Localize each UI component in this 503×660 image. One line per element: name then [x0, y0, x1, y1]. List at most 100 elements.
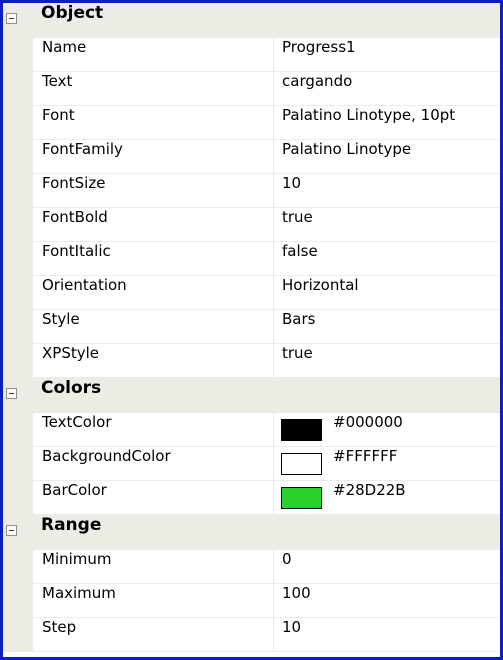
row-gutter: [3, 276, 33, 310]
property-value-cell[interactable]: true: [274, 344, 500, 378]
color-swatch: [281, 487, 322, 509]
property-value-cell[interactable]: 100: [274, 584, 500, 618]
row-gutter: [3, 344, 33, 378]
collapse-toggle-icon[interactable]: [6, 13, 17, 24]
category-title: Colors: [41, 378, 102, 398]
property-row-font[interactable]: Font Palatino Linotype, 10pt: [3, 106, 500, 140]
color-swatch: [281, 453, 322, 475]
property-name: BarColor: [42, 481, 107, 499]
collapse-toggle-icon[interactable]: [6, 525, 17, 536]
property-row-orientation[interactable]: Orientation Horizontal: [3, 276, 500, 310]
property-name-cell[interactable]: Name: [33, 38, 274, 72]
category-title: Object: [41, 3, 104, 23]
row-gutter: [3, 550, 33, 584]
property-value: 0: [282, 550, 292, 568]
property-value-cell[interactable]: true: [274, 208, 500, 242]
property-name-cell[interactable]: Minimum: [33, 550, 274, 584]
property-value-cell[interactable]: Palatino Linotype, 10pt: [274, 106, 500, 140]
property-value-cell[interactable]: #000000: [274, 413, 500, 447]
property-name-cell[interactable]: FontBold: [33, 208, 274, 242]
property-name: BackgroundColor: [42, 447, 171, 465]
property-name-cell[interactable]: BarColor: [33, 481, 274, 515]
collapse-toggle-icon[interactable]: [6, 388, 17, 399]
property-name-cell[interactable]: Style: [33, 310, 274, 344]
category-colors[interactable]: Colors: [3, 378, 500, 413]
property-name: Minimum: [42, 550, 112, 568]
property-row-text[interactable]: Text cargando: [3, 72, 500, 106]
property-value: true: [282, 344, 313, 362]
category-title: Range: [41, 515, 102, 535]
property-row-fontitalic[interactable]: FontItalic false: [3, 242, 500, 276]
property-value-cell[interactable]: 10: [274, 618, 500, 652]
property-value: 100: [282, 584, 311, 602]
property-row-name[interactable]: Name Progress1: [3, 38, 500, 72]
property-name-cell[interactable]: Step: [33, 618, 274, 652]
property-name-cell[interactable]: Orientation: [33, 276, 274, 310]
property-value-cell[interactable]: Palatino Linotype: [274, 140, 500, 174]
property-value-cell[interactable]: #FFFFFF: [274, 447, 500, 481]
property-name: XPStyle: [42, 344, 99, 362]
property-name: Step: [42, 618, 77, 636]
property-value: false: [282, 242, 318, 260]
row-gutter: [3, 413, 33, 447]
property-name: TextColor: [42, 413, 112, 431]
property-row-fontfamily[interactable]: FontFamily Palatino Linotype: [3, 140, 500, 174]
property-name-cell[interactable]: BackgroundColor: [33, 447, 274, 481]
property-row-textcolor[interactable]: TextColor #000000: [3, 413, 500, 447]
property-name-cell[interactable]: FontSize: [33, 174, 274, 208]
property-name: Font: [42, 106, 75, 124]
property-value-cell[interactable]: cargando: [274, 72, 500, 106]
property-row-barcolor[interactable]: BarColor #28D22B: [3, 481, 500, 515]
property-grid: Object Name Progress1 Text cargando Font…: [3, 3, 500, 652]
property-value: #000000: [333, 413, 403, 431]
row-gutter: [3, 310, 33, 344]
property-row-backgroundcolor[interactable]: BackgroundColor #FFFFFF: [3, 447, 500, 481]
property-name-cell[interactable]: XPStyle: [33, 344, 274, 378]
property-name: FontSize: [42, 174, 106, 192]
property-name: Name: [42, 38, 87, 56]
property-name: Text: [42, 72, 73, 90]
property-row-maximum[interactable]: Maximum 100: [3, 584, 500, 618]
property-name: Orientation: [42, 276, 127, 294]
property-value: 10: [282, 618, 302, 636]
row-gutter: [3, 447, 33, 481]
property-row-style[interactable]: Style Bars: [3, 310, 500, 344]
property-value: cargando: [282, 72, 353, 90]
category-object[interactable]: Object: [3, 3, 500, 38]
property-name: Maximum: [42, 584, 116, 602]
property-row-fontsize[interactable]: FontSize 10: [3, 174, 500, 208]
property-value-cell[interactable]: Progress1: [274, 38, 500, 72]
property-value: Bars: [282, 310, 316, 328]
property-value: #28D22B: [333, 481, 406, 499]
row-gutter: [3, 481, 33, 515]
property-value-cell[interactable]: #28D22B: [274, 481, 500, 515]
property-grid-window: Object Name Progress1 Text cargando Font…: [0, 0, 503, 660]
property-value: Palatino Linotype, 10pt: [282, 106, 456, 124]
row-gutter: [3, 174, 33, 208]
property-value-cell[interactable]: 0: [274, 550, 500, 584]
property-name-cell[interactable]: FontFamily: [33, 140, 274, 174]
property-value-cell[interactable]: Horizontal: [274, 276, 500, 310]
property-value: Progress1: [282, 38, 356, 56]
property-row-xpstyle[interactable]: XPStyle true: [3, 344, 500, 378]
row-gutter: [3, 242, 33, 276]
property-name-cell[interactable]: Maximum: [33, 584, 274, 618]
property-row-minimum[interactable]: Minimum 0: [3, 550, 500, 584]
property-value-cell[interactable]: 10: [274, 174, 500, 208]
property-name-cell[interactable]: Text: [33, 72, 274, 106]
property-name-cell[interactable]: Font: [33, 106, 274, 140]
property-value: Horizontal: [282, 276, 359, 294]
property-row-fontbold[interactable]: FontBold true: [3, 208, 500, 242]
property-name-cell[interactable]: TextColor: [33, 413, 274, 447]
property-value: 10: [282, 174, 302, 192]
property-value-cell[interactable]: Bars: [274, 310, 500, 344]
property-value-cell[interactable]: false: [274, 242, 500, 276]
category-range[interactable]: Range: [3, 515, 500, 550]
row-gutter: [3, 72, 33, 106]
row-gutter: [3, 140, 33, 174]
property-row-step[interactable]: Step 10: [3, 618, 500, 652]
property-value: true: [282, 208, 313, 226]
property-value: Palatino Linotype: [282, 140, 412, 158]
property-name-cell[interactable]: FontItalic: [33, 242, 274, 276]
property-name: FontItalic: [42, 242, 111, 260]
